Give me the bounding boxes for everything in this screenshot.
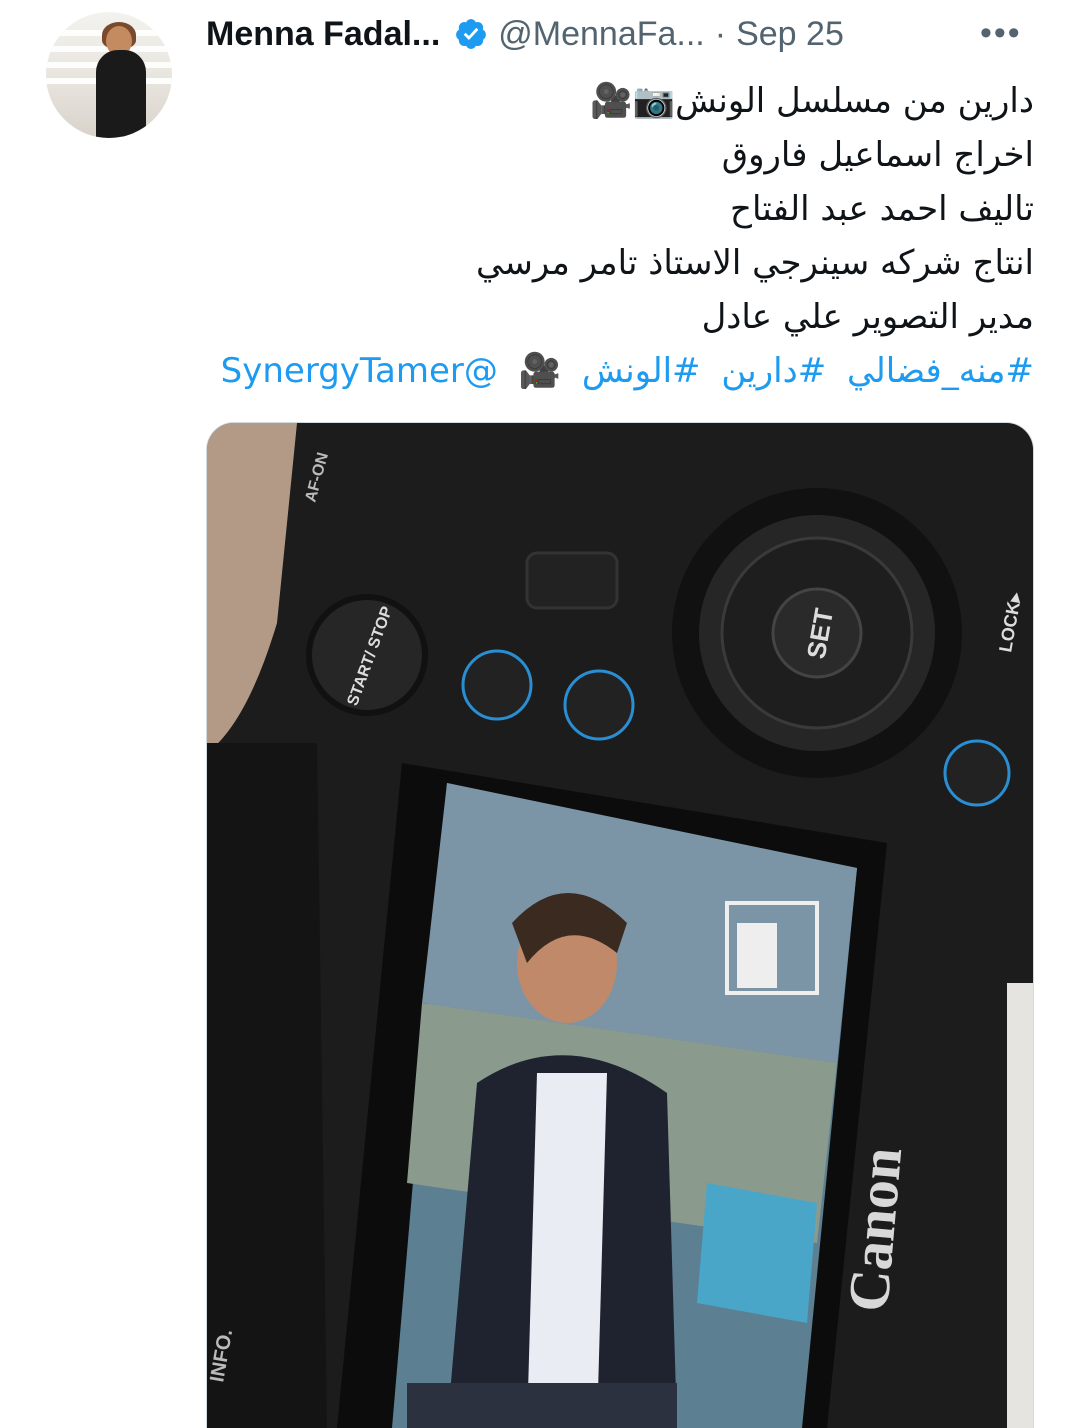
mention-link[interactable]: @SynergyTamer <box>221 351 498 391</box>
verified-badge-icon <box>454 17 488 51</box>
hashtag-link[interactable]: #منه_فضالي <box>847 351 1034 391</box>
hashtag-link[interactable]: #دارين <box>721 351 826 391</box>
tweet-media-photo[interactable]: SET START/ STOP AF-ON LOCK▸ Canon INFO. <box>206 422 1034 1428</box>
tweet-line-1: دارين من مسلسل الونش📷🎥 <box>590 81 1034 121</box>
movie-camera-icon: 🎥 <box>518 351 562 391</box>
avatar[interactable] <box>46 12 172 138</box>
hashtag-link[interactable]: #الونش <box>582 351 701 391</box>
hashtag-line: #منه_فضالي #دارين #الونش 🎥 @SynergyTamer <box>214 344 1034 398</box>
tweet-line-5: مدير التصوير علي عادل <box>701 297 1034 337</box>
user-handle[interactable]: @MennaFa... <box>498 15 705 54</box>
tweet-date[interactable]: Sep 25 <box>736 15 844 54</box>
display-name[interactable]: Menna Fadal... <box>206 15 440 54</box>
tweet-line-2: اخراج اسماعيل فاروق <box>721 135 1034 175</box>
tweet-header: Menna Fadal... @MennaFa... · Sep 25 <box>206 12 1046 56</box>
separator-dot: · <box>714 14 727 53</box>
avatar-figure <box>96 50 146 138</box>
more-options-icon[interactable]: ••• <box>980 14 1022 53</box>
tweet-line-4: انتاج شركه سينرجي الاستاذ تامر مرسي <box>476 243 1034 283</box>
tweet-text: دارين من مسلسل الونش📷🎥 اخراج اسماعيل فار… <box>214 74 1034 398</box>
tweet-line-3: تاليف احمد عبد الفتاح <box>730 189 1034 229</box>
